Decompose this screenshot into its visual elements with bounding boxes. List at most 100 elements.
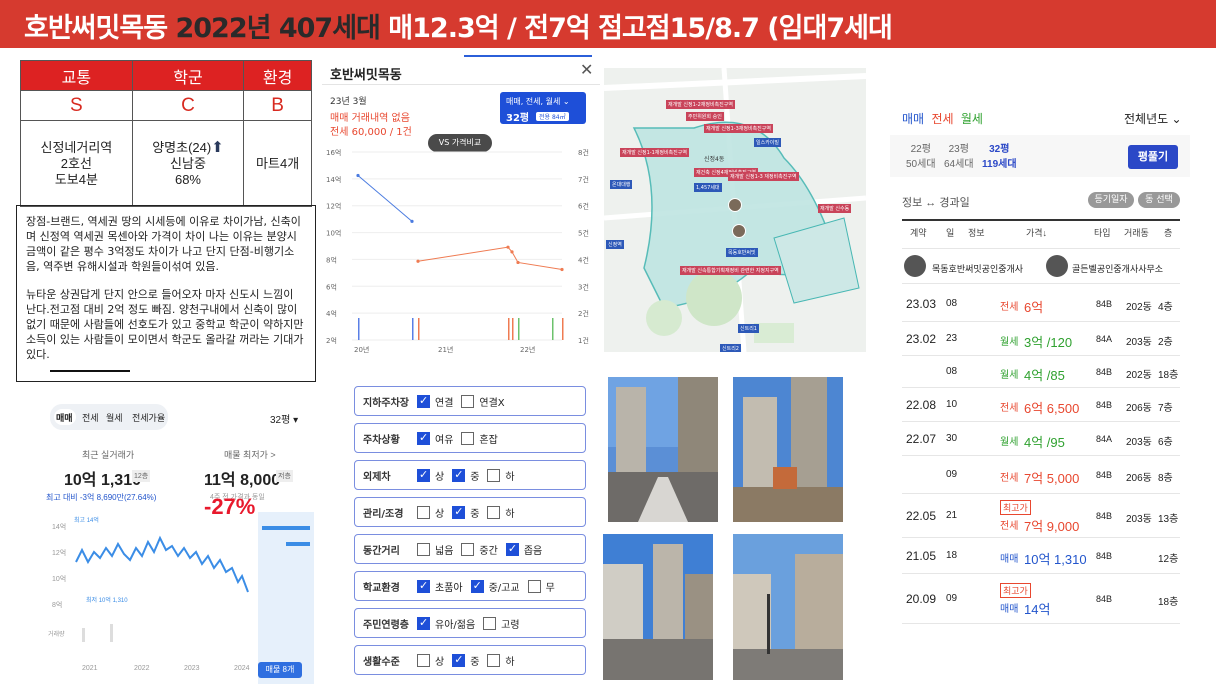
checklist-option[interactable]: 하 — [487, 505, 515, 520]
listing-range-bar — [262, 526, 310, 530]
trade-row[interactable]: 22.05 21 전세 7억 9,000 84B 203동 13층 최고가 — [902, 494, 1180, 538]
y-tick-left: 12억 — [326, 203, 341, 211]
contract-day: 09 — [946, 469, 958, 480]
checkbox-checked[interactable] — [417, 431, 430, 445]
trade-row[interactable]: 20.09 09 매매 14억 84B 18층 최고가 — [902, 574, 1180, 624]
checkbox-unchecked[interactable] — [483, 616, 497, 630]
checkbox-unchecked[interactable] — [417, 653, 430, 667]
checklist-option[interactable]: 무 — [527, 579, 555, 594]
checkbox-checked[interactable] — [470, 579, 484, 593]
checklist-option[interactable]: 혼잡 — [461, 431, 498, 446]
checklist-option[interactable]: 연결X — [461, 394, 505, 409]
volume-bar — [418, 318, 420, 340]
checkbox-unchecked[interactable] — [487, 468, 501, 482]
trade-row[interactable]: 22.08 10 전세 6억 6,500 84B 206동 7층 — [902, 388, 1180, 422]
agent-name[interactable]: 목동호반써밋공인중개사 — [932, 262, 1023, 275]
trade-row[interactable]: 08 월세 4억 /85 84B 202동 18층 — [902, 356, 1180, 388]
ask-price: 11억 8,000 — [204, 472, 281, 489]
checklist-option[interactable]: 상 — [417, 505, 444, 520]
checklist-option[interactable]: 초품아 — [417, 579, 463, 594]
sale-point — [410, 219, 414, 223]
expand-pyeong-button[interactable]: 평풀기 — [1128, 145, 1178, 169]
col-contract: 계약 — [910, 228, 927, 238]
tab-trade-sale[interactable]: 매매 — [902, 112, 924, 126]
dong-select-button[interactable]: 동 선택 — [1138, 192, 1180, 208]
ask-label[interactable]: 매물 최저가 > — [224, 448, 276, 461]
trade-kind: 월세 — [1000, 370, 1019, 381]
listings-button[interactable]: 매물 8개 — [258, 662, 302, 678]
checklist-option[interactable]: 상 — [417, 468, 444, 483]
recent-floor-badge: 12층 — [132, 470, 151, 482]
header-transport: 교통 — [20, 60, 133, 91]
close-icon[interactable]: ✕ — [580, 60, 593, 79]
checklist-option[interactable]: 여유 — [417, 431, 453, 446]
checklist-option[interactable]: 중 — [452, 653, 479, 668]
tab-sale[interactable]: 매매 — [56, 411, 73, 424]
checkbox-checked[interactable] — [417, 616, 430, 630]
checklist-option[interactable]: 하 — [487, 653, 515, 668]
contract-day: 08 — [946, 366, 958, 377]
trade-row[interactable]: 23.03 08 전세 6억 84B 202동 4층 — [902, 286, 1180, 322]
info-elapsed-toggle[interactable]: 정보 ↔ 경과일 — [902, 194, 970, 210]
school-elementary: 양명초(24)⬆ — [152, 138, 224, 156]
checkbox-unchecked[interactable] — [487, 505, 501, 519]
checklist-option[interactable]: 하 — [487, 468, 515, 483]
agent-name[interactable]: 골든벨공인중개사사무소 — [1072, 262, 1163, 275]
location-map[interactable]: 재개발 신정1-2재정비촉진구역 주민위원회 승인 재개발 신정1-3재정비촉진… — [604, 68, 866, 352]
map-label-sintree2: 신트리2 — [720, 344, 741, 352]
size-23[interactable]: 23평 64세대 — [944, 140, 974, 170]
col-price[interactable]: 가격↓ — [1026, 226, 1047, 239]
trade-floor: 7층 — [1158, 403, 1173, 414]
checkbox-unchecked[interactable] — [527, 579, 541, 593]
trade-row[interactable]: 21.05 18 매매 10억 1,310 84B 12층 — [902, 538, 1180, 574]
trade-price: 6억 6,500 — [1024, 400, 1080, 416]
no-sale-text: 매매 거래내역 없음 — [330, 113, 410, 124]
checklist-option[interactable]: 좁음 — [505, 542, 542, 557]
tab-wolse[interactable]: 월세 — [106, 411, 123, 424]
checklist-option[interactable]: 중 — [452, 505, 479, 520]
size-22[interactable]: 22평 50세대 — [906, 140, 936, 170]
registry-date-button[interactable]: 등기일자 — [1088, 192, 1134, 208]
trade-kind: 매매 — [1000, 604, 1019, 615]
checkbox-checked[interactable] — [452, 653, 466, 667]
trade-row[interactable]: 09 전세 7억 5,000 84B 206동 8층 — [902, 456, 1180, 494]
size-select[interactable]: 32평 ▾ — [270, 411, 298, 426]
checkbox-checked[interactable] — [452, 468, 466, 482]
x-tick: 21년 — [438, 345, 453, 354]
y-tick-left: 8억 — [326, 256, 337, 264]
checklist-option[interactable]: 고령 — [483, 616, 520, 631]
checkbox-unchecked[interactable] — [417, 542, 430, 556]
trade-row[interactable]: 23.02 23 월세 3억 /120 84A 203동 2층 — [902, 322, 1180, 356]
checkbox-unchecked[interactable] — [487, 653, 501, 667]
checklist-option[interactable]: 중간 — [461, 542, 498, 557]
option-label: 혼잡 — [479, 434, 498, 446]
y-tick-left: 16억 — [326, 149, 341, 157]
checkbox-checked[interactable] — [417, 579, 430, 593]
checkbox-checked[interactable] — [452, 505, 466, 519]
checklist-option[interactable]: 유아/젊음 — [417, 616, 475, 631]
tab-trade-jeonse[interactable]: 전세 — [931, 112, 953, 126]
checklist-option[interactable]: 상 — [417, 653, 444, 668]
checklist-option[interactable]: 중/고교 — [470, 579, 520, 594]
checklist-option[interactable]: 연결 — [417, 394, 453, 409]
trade-floor: 13층 — [1158, 514, 1179, 525]
checklist-option[interactable]: 넓음 — [417, 542, 453, 557]
checkbox-checked[interactable] — [417, 394, 430, 408]
checkbox-unchecked[interactable] — [461, 431, 475, 445]
checklist-label: 학교환경 — [363, 582, 400, 594]
checkbox-checked[interactable] — [505, 542, 519, 556]
checkbox-checked[interactable] — [417, 468, 430, 482]
checkbox-unchecked[interactable] — [417, 505, 430, 519]
checkbox-unchecked[interactable] — [461, 394, 475, 408]
tab-ratio[interactable]: 전세가율 — [132, 411, 165, 424]
trade-filter-button[interactable]: 매매, 전세, 월세 ⌄ 32평 전용 84㎡ — [500, 92, 586, 124]
size-32[interactable]: 32평 119세대 — [982, 140, 1017, 170]
popup-date: 23년 3월 — [330, 97, 367, 107]
trade-row[interactable]: 22.07 30 월세 4억 /95 84A 203동 6층 — [902, 422, 1180, 456]
year-select[interactable]: 전체년도 ⌄ — [1124, 110, 1182, 127]
tab-jeonse[interactable]: 전세 — [82, 411, 99, 424]
checklist-option[interactable]: 중 — [452, 468, 479, 483]
checkbox-unchecked[interactable] — [461, 542, 475, 556]
trade-type: 84A — [1096, 333, 1113, 344]
tab-trade-wolse[interactable]: 월세 — [961, 112, 983, 126]
